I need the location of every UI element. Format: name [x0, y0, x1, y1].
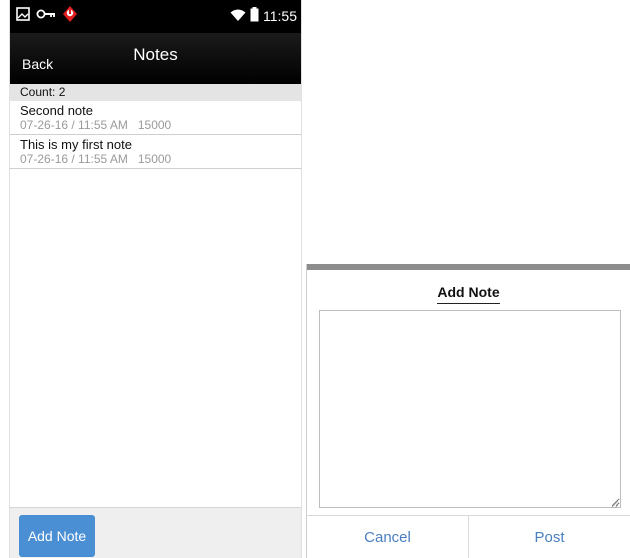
- battery-icon: [250, 7, 259, 25]
- list-item[interactable]: Second note 07-26-16 / 11:55 AM 15000: [10, 101, 301, 135]
- notes-screen: 11:55 Back Notes Count: 2 Second note 07…: [10, 0, 301, 558]
- note-meta: 07-26-16 / 11:55 AM 15000: [20, 152, 172, 166]
- list-item[interactable]: This is my first note 07-26-16 / 11:55 A…: [10, 135, 301, 169]
- post-button[interactable]: Post: [468, 516, 630, 558]
- note-count: Count: 2: [10, 84, 301, 101]
- note-list: Second note 07-26-16 / 11:55 AM 15000 Th…: [10, 101, 301, 169]
- alert-badge-icon: [62, 5, 78, 28]
- note-meta: 07-26-16 / 11:55 AM 15000: [20, 118, 172, 132]
- status-bar: 11:55: [10, 0, 301, 33]
- status-left-icons: [16, 5, 78, 28]
- note-textarea[interactable]: [319, 310, 621, 508]
- wifi-icon: [230, 8, 246, 25]
- nav-bar: Back Notes: [10, 33, 301, 84]
- add-note-dialog: Add Note Cancel Post: [307, 264, 630, 558]
- page-title: Notes: [133, 45, 178, 64]
- footer-bar: Add Note: [10, 507, 301, 558]
- dialog-title: Add Note: [307, 284, 630, 304]
- dialog-title-text: Add Note: [437, 284, 500, 304]
- status-right: 11:55: [230, 6, 297, 26]
- cancel-button[interactable]: Cancel: [307, 516, 468, 558]
- dialog-actions: Cancel Post: [307, 515, 630, 558]
- note-title: This is my first note: [20, 137, 132, 152]
- resize-grip-icon[interactable]: [609, 496, 619, 509]
- image-icon: [16, 6, 30, 26]
- status-time: 11:55: [263, 8, 297, 24]
- add-note-button[interactable]: Add Note: [19, 515, 95, 557]
- note-title: Second note: [20, 103, 94, 118]
- key-icon: [36, 7, 56, 26]
